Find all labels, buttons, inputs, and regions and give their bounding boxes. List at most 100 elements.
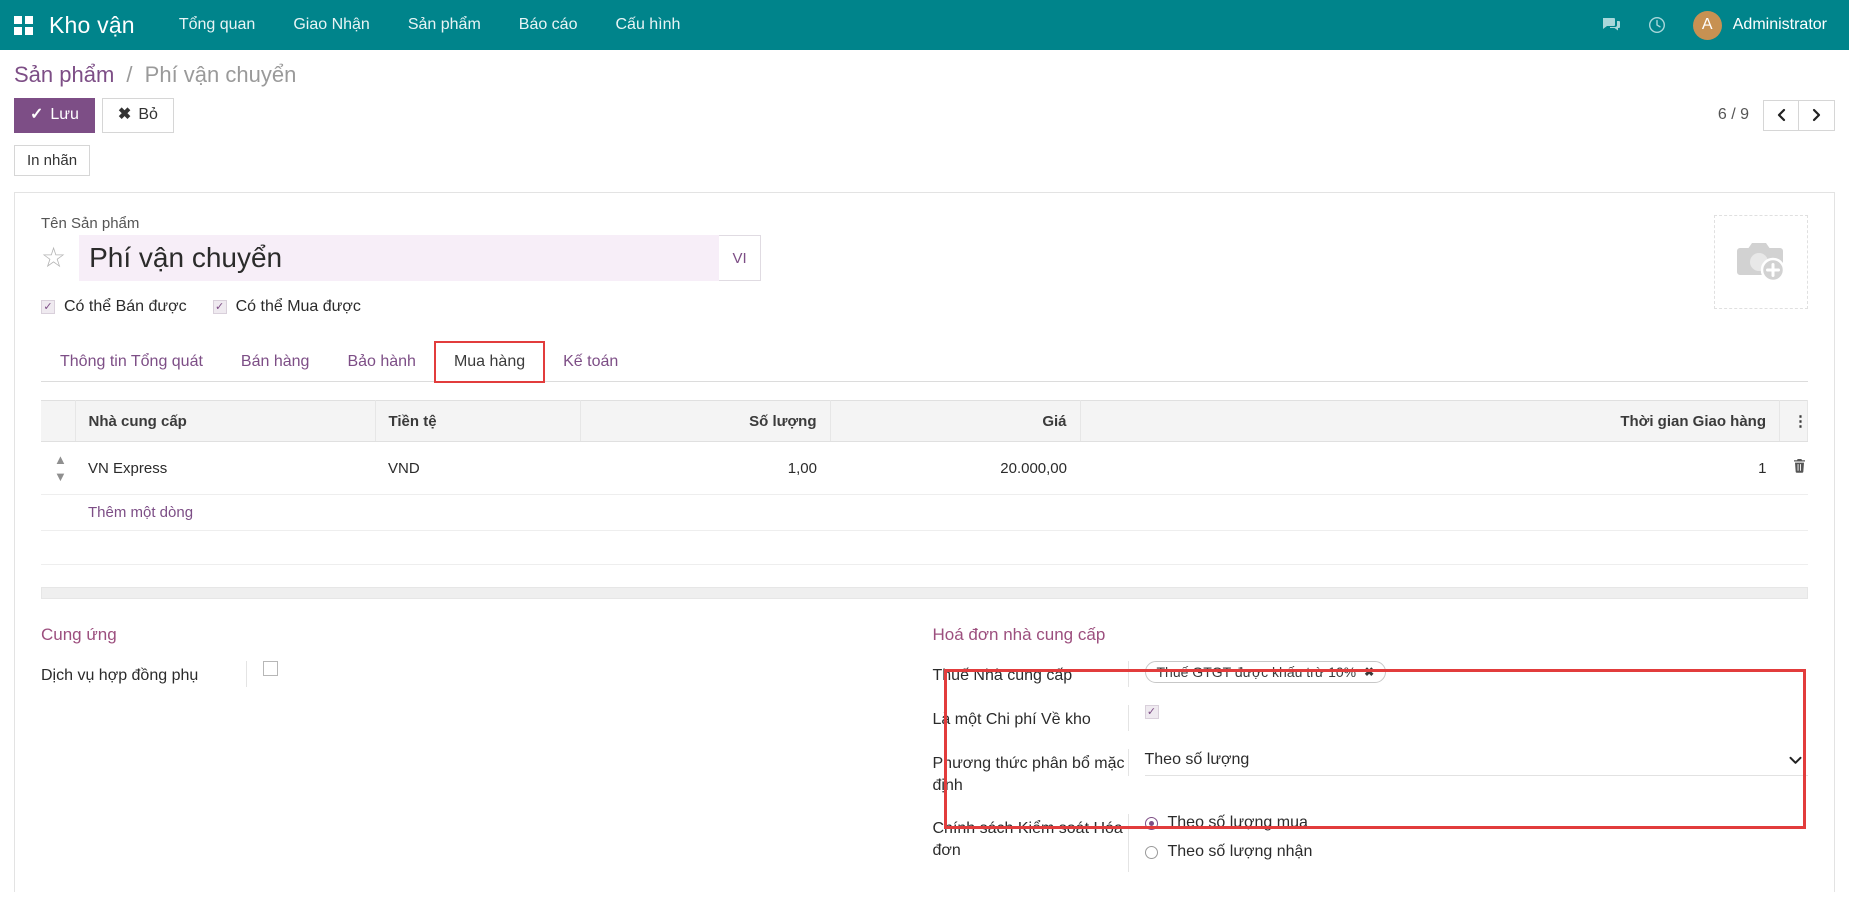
control-policy-field-row: Chính sách Kiểm soát Hóa đơn Theo số lượ…	[933, 814, 1809, 872]
save-button[interactable]: ✓Lưu	[14, 98, 95, 133]
split-method-field-row: Phương thức phân bổ mặc định Theo số lượ…	[933, 749, 1809, 796]
can-be-purchased-label: Có thể Mua được	[236, 298, 361, 316]
cell-quantity[interactable]: 1,00	[580, 442, 830, 495]
col-supplier[interactable]: Nhà cung cấp	[75, 401, 375, 442]
breadcrumb-current: Phí vận chuyển	[145, 62, 297, 87]
language-badge[interactable]: VI	[719, 235, 761, 281]
tab-warranty[interactable]: Bảo hành	[328, 342, 435, 382]
app-brand-title[interactable]: Kho vận	[49, 12, 135, 39]
landed-cost-value: ✓	[1128, 705, 1809, 731]
can-be-purchased-checkbox-item[interactable]: ✓ Có thể Mua được	[213, 298, 361, 316]
menu-item-products[interactable]: Sản phẩm	[408, 16, 481, 34]
pager-next-button[interactable]	[1799, 100, 1835, 131]
product-name-input[interactable]	[79, 235, 719, 281]
subcontracting-value	[246, 661, 895, 687]
landed-cost-field-row: Là một Chi phí Về kho ✓	[933, 705, 1809, 731]
can-be-sold-checkbox-item[interactable]: ✓ Có thể Bán được	[41, 298, 187, 316]
cell-currency[interactable]: VND	[375, 442, 580, 495]
user-name-label: Administrator	[1733, 16, 1827, 34]
tab-accounting[interactable]: Kế toán	[544, 342, 637, 382]
pager-buttons	[1763, 100, 1835, 131]
control-panel-actions-row: ✓Lưu ✖Bỏ 6 / 9	[14, 98, 1835, 133]
pager-previous-button[interactable]	[1763, 100, 1799, 131]
breadcrumb-root[interactable]: Sản phẩm	[14, 62, 114, 87]
discard-button[interactable]: ✖Bỏ	[102, 98, 174, 133]
control-policy-value: Theo số lượng mua Theo số lượng nhận	[1128, 814, 1809, 872]
landed-cost-label: Là một Chi phí Về kho	[933, 705, 1128, 731]
tab-sales[interactable]: Bán hàng	[222, 342, 329, 382]
vendor-taxes-field-row: Thuế Nhà cung cấp Thuế GTGT được khấu tr…	[933, 661, 1809, 687]
col-delivery-lead-time[interactable]: Thời gian Giao hàng	[1080, 401, 1780, 442]
menu-item-reports[interactable]: Báo cáo	[519, 16, 578, 34]
control-panel-secondary-row: In nhãn	[14, 145, 1835, 177]
can-be-sold-label: Có thể Bán được	[64, 298, 187, 316]
table-filler-row	[41, 531, 1808, 565]
trash-icon[interactable]	[1793, 460, 1806, 476]
supplier-pricelist-table: Nhà cung cấp Tiền tệ Số lượng Giá Thời g…	[41, 400, 1808, 565]
control-policy-option-received[interactable]: Theo số lượng nhận	[1145, 843, 1809, 861]
save-button-label: Lưu	[50, 106, 79, 123]
vertical-dots-icon[interactable]: ⋮	[1780, 401, 1808, 442]
radio-ordered-qty[interactable]	[1145, 817, 1158, 830]
can-be-purchased-checkbox[interactable]: ✓	[213, 300, 227, 314]
clock-icon[interactable]	[1647, 15, 1667, 35]
col-price[interactable]: Giá	[830, 401, 1080, 442]
print-label-button[interactable]: In nhãn	[14, 145, 90, 177]
chat-bubble-icon[interactable]	[1601, 15, 1621, 35]
tab-general-information[interactable]: Thông tin Tổng quát	[41, 342, 222, 382]
add-line-cell[interactable]: Thêm một dòng	[75, 495, 1808, 531]
row-delete-cell[interactable]	[1780, 442, 1808, 495]
apps-grid-icon[interactable]	[14, 16, 33, 35]
menu-item-transfers[interactable]: Giao Nhận	[293, 16, 370, 34]
star-outline-icon[interactable]: ☆	[41, 244, 66, 272]
table-row[interactable]: ▲▼ VN Express VND 1,00 20.000,00 1	[41, 442, 1808, 495]
vendor-taxes-value[interactable]: Thuế GTGT được khấu trừ 10% ✖	[1128, 661, 1809, 687]
product-image-upload[interactable]	[1714, 215, 1808, 309]
tab-purchase[interactable]: Mua hàng	[435, 342, 544, 382]
col-quantity[interactable]: Số lượng	[580, 401, 830, 442]
add-line-row[interactable]: Thêm một dòng	[41, 495, 1808, 531]
supply-group-title: Cung ứng	[41, 625, 895, 645]
radio-received-qty-label: Theo số lượng nhận	[1168, 843, 1313, 861]
split-method-label: Phương thức phân bổ mặc định	[933, 749, 1128, 796]
cell-price[interactable]: 20.000,00	[830, 442, 1080, 495]
product-name-label: Tên Sản phẩm	[41, 215, 1714, 232]
horizontal-scrollbar[interactable]	[41, 587, 1808, 599]
navbar-right-area: A Administrator	[1601, 11, 1827, 40]
cell-delivery-lead-time[interactable]: 1	[1080, 442, 1780, 495]
main-menu: Tổng quan Giao Nhận Sản phẩm Báo cáo Cấu…	[179, 16, 681, 34]
table-header-row: Nhà cung cấp Tiền tệ Số lượng Giá Thời g…	[41, 401, 1808, 442]
can-be-sold-checkbox[interactable]: ✓	[41, 300, 55, 314]
avatar: A	[1693, 11, 1722, 40]
form-sheet: Tên Sản phẩm ☆ VI ✓ Có thể Bán được ✓ Có…	[14, 192, 1835, 892]
camera-plus-icon	[1732, 237, 1790, 287]
add-line-spacer	[41, 495, 75, 531]
split-method-select[interactable]: Theo số lượng	[1145, 749, 1809, 776]
tag-remove-icon[interactable]: ✖	[1364, 665, 1374, 679]
row-drag-handle-cell[interactable]: ▲▼	[41, 442, 75, 495]
notebook-tabs: Thông tin Tổng quát Bán hàng Bảo hành Mu…	[41, 342, 1808, 382]
radio-received-qty[interactable]	[1145, 846, 1158, 859]
chevron-right-icon	[1811, 108, 1822, 122]
menu-item-overview[interactable]: Tổng quan	[179, 16, 256, 34]
cell-supplier[interactable]: VN Express	[75, 442, 375, 495]
product-flags-row: ✓ Có thể Bán được ✓ Có thể Mua được	[41, 298, 1714, 316]
record-action-buttons: ✓Lưu ✖Bỏ	[14, 98, 174, 133]
control-policy-option-ordered[interactable]: Theo số lượng mua	[1145, 814, 1809, 832]
close-x-icon: ✖	[118, 106, 131, 123]
title-zone: Tên Sản phẩm ☆ VI ✓ Có thể Bán được ✓ Có…	[41, 215, 1808, 316]
vendor-tax-tag[interactable]: Thuế GTGT được khấu trừ 10% ✖	[1145, 661, 1387, 683]
col-currency[interactable]: Tiền tệ	[375, 401, 580, 442]
subcontracting-checkbox[interactable]	[263, 661, 278, 676]
record-pager: 6 / 9	[1718, 100, 1835, 131]
drag-handle-icon[interactable]: ▲▼	[54, 452, 67, 484]
user-menu[interactable]: A Administrator	[1693, 11, 1827, 40]
add-a-line-link[interactable]: Thêm một dòng	[88, 504, 1795, 521]
split-method-value[interactable]: Theo số lượng	[1128, 749, 1809, 776]
landed-cost-checkbox[interactable]: ✓	[1145, 705, 1159, 719]
breadcrumb-separator: /	[126, 62, 132, 87]
menu-item-configuration[interactable]: Cấu hình	[615, 16, 680, 34]
chevron-down-icon[interactable]	[1789, 753, 1802, 768]
sheet-wrapper: Tên Sản phẩm ☆ VI ✓ Có thể Bán được ✓ Có…	[0, 176, 1849, 892]
subcontracting-field-row: Dịch vụ hợp đồng phụ	[41, 661, 895, 687]
